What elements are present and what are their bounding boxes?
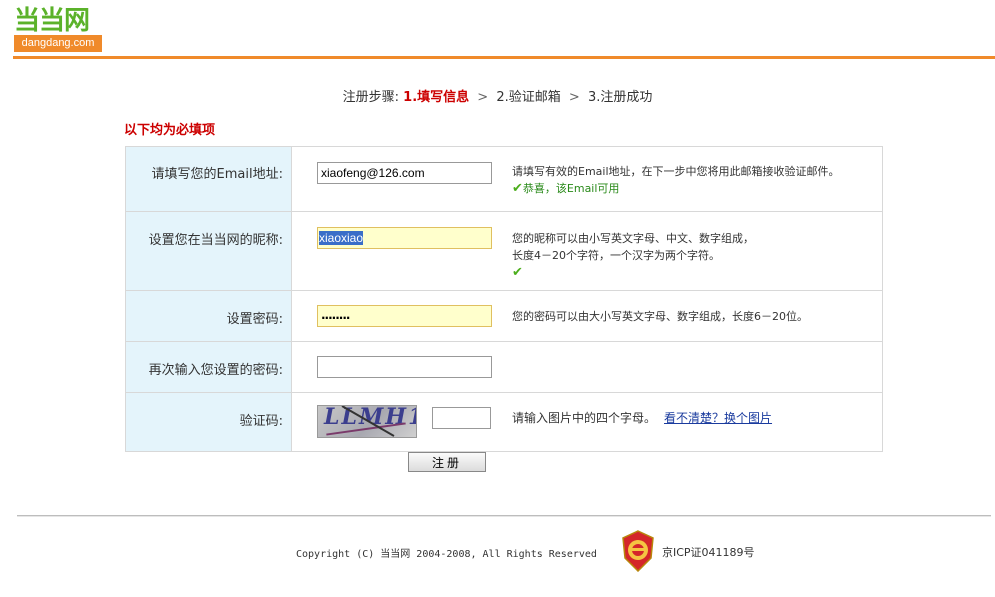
footer-divider: [17, 515, 991, 517]
password-label: 设置密码:: [126, 291, 292, 341]
captcha-hint: 请输入图片中的四个字母。 看不清楚？换个图片: [512, 410, 772, 427]
confirm-password-label: 再次输入您设置的密码:: [126, 342, 292, 392]
nickname-label: 设置您在当当网的昵称:: [126, 212, 292, 290]
password-row: 设置密码: ........ 您的密码可以由大小写英文字母、数字组成，长度6－2…: [126, 291, 882, 342]
nickname-hint-line2: 长度4－20个字符，一个汉字为两个字符。: [512, 249, 720, 262]
step-separator: >: [477, 90, 489, 105]
confirm-password-row: 再次输入您设置的密码:: [126, 342, 882, 393]
captcha-image: LLMH1: [317, 405, 417, 438]
step-2: 2.验证邮箱: [496, 90, 561, 105]
email-input[interactable]: [317, 162, 492, 184]
email-hint-text: 请填写有效的Email地址，在下一步中您将用此邮箱接收验证邮件。: [512, 165, 840, 178]
email-row: 请填写您的Email地址: 请填写有效的Email地址，在下一步中您将用此邮箱接…: [126, 147, 882, 212]
nickname-input[interactable]: xiaoxiao: [317, 227, 492, 249]
captcha-field-cell: LLMH1 请输入图片中的四个字母。 看不清楚？换个图片: [292, 393, 882, 451]
password-field-cell: ........ 您的密码可以由大小写英文字母、数字组成，长度6－20位。: [292, 291, 882, 341]
nickname-hint-line1: 您的昵称可以由小写英文字母、中文、数字组成，: [512, 232, 754, 245]
required-fields-note: 以下均为必填项: [124, 123, 216, 138]
captcha-label: 验证码:: [126, 393, 292, 451]
refresh-captcha-link[interactable]: 看不清楚？换个图片: [664, 411, 772, 425]
confirm-password-field-cell: [292, 342, 882, 392]
register-button[interactable]: 注册: [408, 452, 486, 472]
step-3: 3.注册成功: [587, 90, 653, 105]
step-separator: >: [568, 90, 580, 105]
checkmark-icon: ✔: [512, 181, 523, 196]
confirm-password-input[interactable]: [317, 356, 492, 378]
header-divider: [13, 56, 995, 59]
step-1-active: 1.填写信息: [403, 90, 470, 105]
password-hint: 您的密码可以由大小写英文字母、数字组成，长度6－20位。: [512, 310, 808, 323]
captcha-hint-text: 请输入图片中的四个字母。: [512, 411, 657, 425]
registration-form: 请填写您的Email地址: 请填写有效的Email地址，在下一步中您将用此邮箱接…: [125, 146, 883, 452]
logo-chinese-text: 当当网: [14, 6, 90, 36]
icp-license-text[interactable]: 京ICP证041189号: [662, 544, 755, 560]
nickname-field-cell: xiaoxiao 您的昵称可以由小写英文字母、中文、数字组成， 长度4－20个字…: [292, 212, 882, 290]
steps-prefix: 注册步骤:: [342, 90, 400, 105]
checkmark-icon: ✔: [512, 265, 523, 280]
captcha-input[interactable]: [432, 407, 491, 429]
captcha-row: 验证码: LLMH1 请输入图片中的四个字母。 看不清楚？换个图片: [126, 393, 882, 452]
nickname-hint: 您的昵称可以由小写英文字母、中文、数字组成， 长度4－20个字符，一个汉字为两个…: [512, 230, 754, 281]
police-badge-icon[interactable]: [620, 530, 656, 572]
registration-steps: 注册步骤: 1.填写信息 > 2.验证邮箱 > 3.注册成功: [0, 89, 995, 107]
copyright-text: Copyright (C) 当当网 2004-2008, All Rights …: [296, 549, 597, 560]
email-label: 请填写您的Email地址:: [126, 147, 292, 211]
email-ok-text: 恭喜，该Email可用: [522, 182, 620, 195]
dangdang-logo[interactable]: 当当网 dangdang.com: [14, 6, 104, 52]
nickname-selected-text: xiaoxiao: [319, 231, 364, 245]
email-hint: 请填写有效的Email地址，在下一步中您将用此邮箱接收验证邮件。 ✔恭喜，该Em…: [512, 163, 840, 197]
logo-domain-text: dangdang.com: [14, 35, 102, 52]
password-input[interactable]: ........: [317, 305, 492, 327]
nickname-row: 设置您在当当网的昵称: xiaoxiao 您的昵称可以由小写英文字母、中文、数字…: [126, 212, 882, 291]
email-field-cell: 请填写有效的Email地址，在下一步中您将用此邮箱接收验证邮件。 ✔恭喜，该Em…: [292, 147, 882, 211]
